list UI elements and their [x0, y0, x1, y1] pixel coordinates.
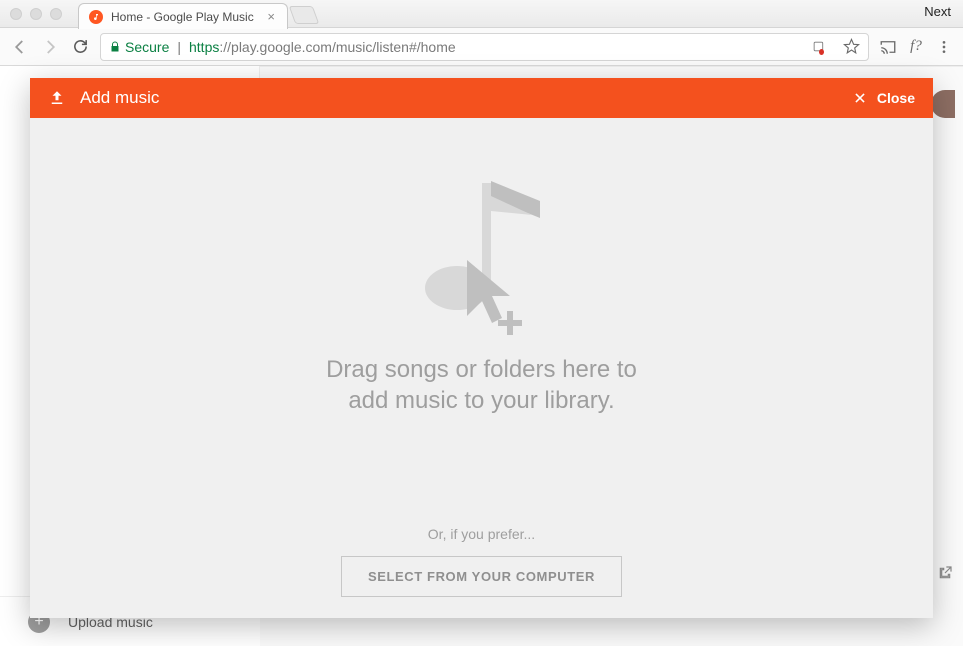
browser-toolbar: Secure | https://play.google.com/music/l… [0, 28, 963, 66]
omnibox-right-icons [806, 38, 860, 56]
upload-icon [48, 89, 66, 107]
next-label: Next [924, 4, 951, 19]
lock-icon [109, 41, 121, 53]
close-label: Close [877, 90, 915, 106]
window-controls [10, 8, 62, 20]
reload-button[interactable] [70, 37, 90, 57]
extension-icon[interactable] [812, 38, 830, 56]
or-divider-text: Or, if you prefer... [428, 526, 535, 542]
tab-strip: Home - Google Play Music × [78, 3, 316, 29]
play-music-favicon [89, 10, 103, 24]
browser-tab-active[interactable]: Home - Google Play Music × [78, 3, 288, 29]
secure-label: Secure [125, 39, 169, 55]
font-tool-label: f? [910, 38, 922, 55]
popout-icon[interactable] [937, 565, 953, 586]
modal-title: Add music [80, 88, 159, 108]
tab-title: Home - Google Play Music [111, 10, 254, 24]
url-scheme: https [189, 39, 219, 55]
zoom-window-dot[interactable] [50, 8, 62, 20]
modal-header: Add music Close [30, 78, 933, 118]
secure-indicator: Secure [109, 39, 169, 55]
font-tool-icon[interactable]: f? [907, 38, 925, 56]
close-window-dot[interactable] [10, 8, 22, 20]
cast-icon[interactable] [879, 38, 897, 56]
forward-button[interactable] [40, 37, 60, 57]
account-avatar[interactable] [931, 90, 955, 118]
url-rest: ://play.google.com/music/listen#/home [219, 39, 455, 55]
chrome-menu-icon[interactable] [935, 38, 953, 56]
select-from-computer-button[interactable]: SELECT FROM YOUR COMPUTER [341, 556, 622, 597]
drop-instructions: Drag songs or folders here to add music … [326, 354, 637, 416]
drop-line-2: add music to your library. [348, 387, 614, 414]
new-tab-button[interactable] [289, 6, 320, 24]
music-note-cursor-illustration [412, 148, 552, 348]
back-button[interactable] [10, 37, 30, 57]
drop-zone[interactable]: Drag songs or folders here to add music … [30, 118, 933, 618]
url-separator: | [177, 39, 181, 55]
address-bar[interactable]: Secure | https://play.google.com/music/l… [100, 33, 869, 61]
url-text: https://play.google.com/music/listen#/ho… [189, 39, 456, 55]
add-music-modal: Add music Close Drag songs or folders he… [30, 78, 933, 618]
minimize-window-dot[interactable] [30, 8, 42, 20]
bookmark-star-icon[interactable] [842, 38, 860, 56]
close-tab-icon[interactable]: × [267, 9, 275, 24]
macos-titlebar: Home - Google Play Music × Next [0, 0, 963, 28]
drop-line-1: Drag songs or folders here to [326, 356, 637, 383]
close-icon [853, 91, 867, 105]
close-button[interactable]: Close [853, 90, 915, 106]
